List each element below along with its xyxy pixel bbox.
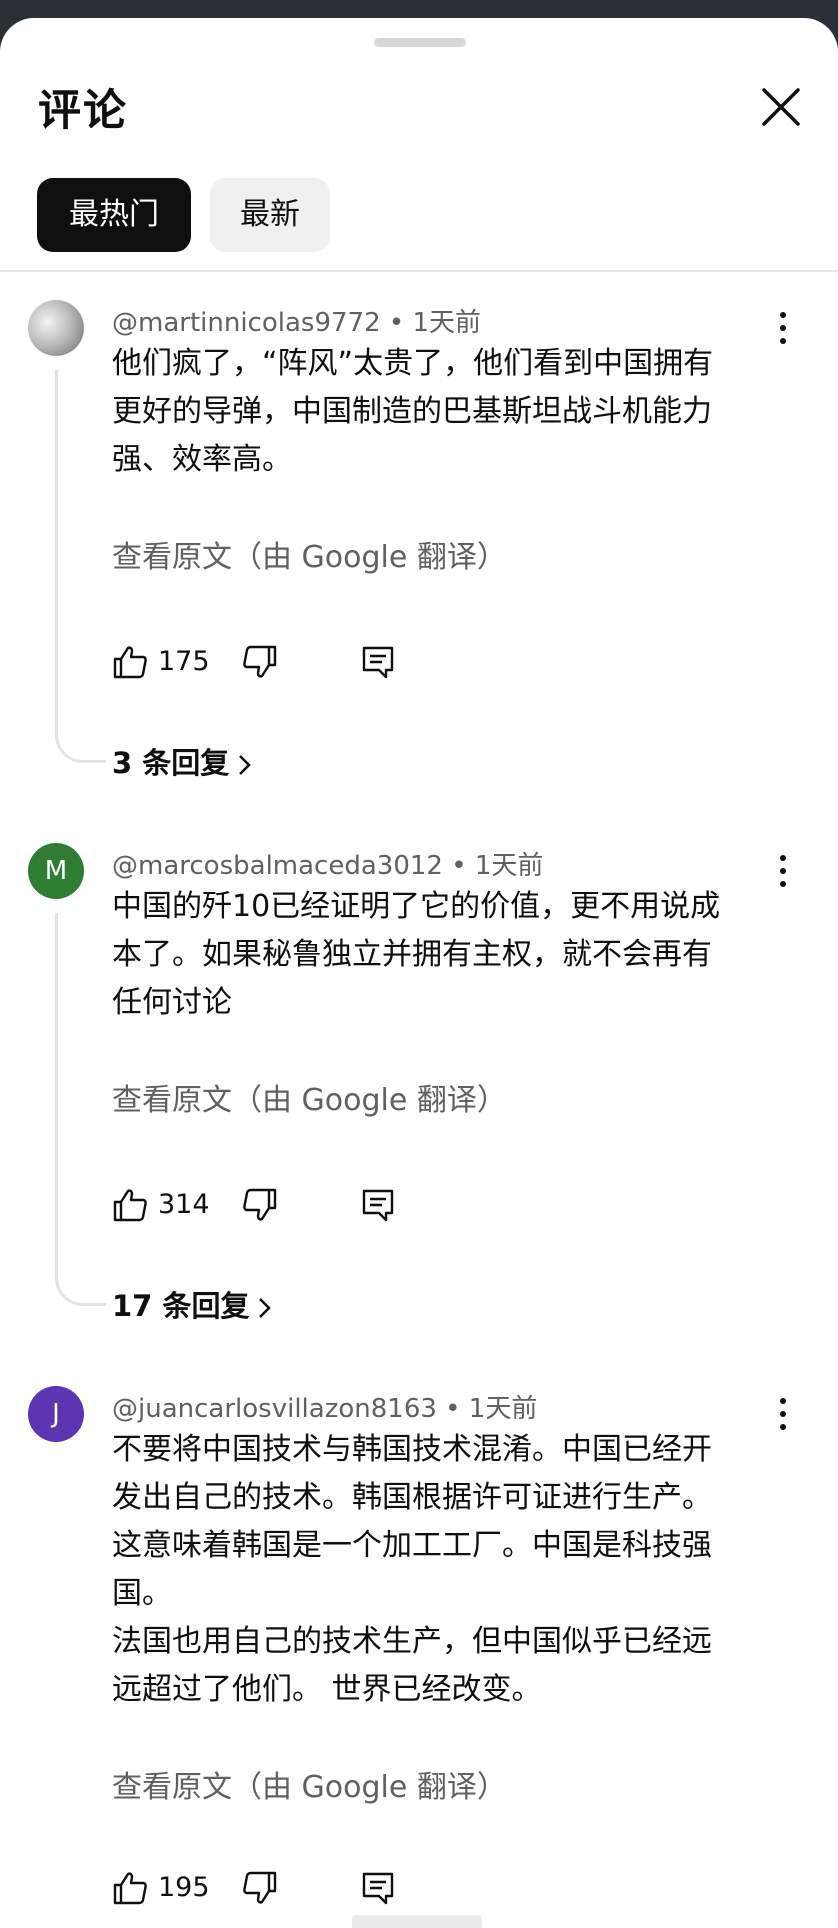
thumb-up-icon[interactable] [112,1870,148,1906]
comment-meta: @martinnicolas9772 • 1天前 [112,302,481,339]
chevron-right-icon [239,755,252,775]
avatar[interactable] [28,300,84,356]
separator: • [451,851,467,881]
view-original-link[interactable]: 查看原文（由 Google 翻译） [112,1075,507,1119]
comment-meta: @marcosbalmaceda3012 • 1天前 [112,845,543,882]
thumb-up-icon[interactable] [112,1187,148,1223]
page-title: 评论 [38,86,128,136]
like-count: 175 [158,646,210,677]
author-name[interactable]: @marcosbalmaceda3012 [112,851,443,881]
comment-time: 1天前 [412,308,482,338]
view-original-link[interactable]: 查看原文（由 Google 翻译） [112,1762,507,1806]
thread-line [55,913,106,1306]
comment-meta: @juancarlosvillazon8163 • 1天前 [112,1388,537,1425]
author-name[interactable]: @juancarlosvillazon8163 [112,1394,437,1424]
like-count: 195 [158,1872,210,1903]
tab-newest[interactable]: 最新 [210,178,330,252]
reply-icon[interactable] [360,1187,396,1223]
replies-toggle[interactable]: 17 条回复 [112,1283,273,1325]
comments-sheet: 评论 最热门 最新 @martinnicolas9772 • 1天前 他们疯了，… [0,18,838,1928]
thumb-down-icon[interactable] [242,1870,278,1906]
author-name[interactable]: @martinnicolas9772 [112,308,381,338]
comment-text: 他们疯了，“阵风”太贵了，他们看到中国拥有 更好的导弹，中国制造的巴基斯坦战斗机… [112,346,714,477]
replies-label: 17 条回复 [112,1289,250,1323]
drag-handle[interactable] [374,38,466,47]
comment-time: 1天前 [474,851,544,881]
avatar[interactable]: M [28,843,84,899]
reply-icon[interactable] [360,644,396,680]
thumb-down-icon[interactable] [242,1187,278,1223]
comment-text: 不要将中国技术与韩国技术混淆。中国已经开 发出自己的技术。韩国根据许可证进行生产… [112,1432,712,1707]
separator: • [445,1394,461,1424]
divider [0,270,838,272]
avatar[interactable]: J [28,1386,84,1442]
replies-label: 3 条回复 [112,746,230,780]
comment-text: 中国的歼10已经证明了它的价值，更不用说成 本了。如果秘鲁独立并拥有主权，就不会… [112,889,721,1020]
thumb-up-icon[interactable] [112,644,148,680]
reply-icon[interactable] [360,1870,396,1906]
replies-toggle[interactable]: 3 条回复 [112,740,253,782]
thread-line [55,370,106,763]
chevron-right-icon [259,1298,272,1318]
close-icon[interactable] [756,82,806,132]
watermark [352,1915,482,1928]
thumb-down-icon[interactable] [242,644,278,680]
separator: • [388,308,405,338]
tab-top[interactable]: 最热门 [37,178,191,252]
like-count: 314 [158,1189,210,1220]
comment-time: 1天前 [468,1394,538,1424]
view-original-link[interactable]: 查看原文（由 Google 翻译） [112,532,507,576]
